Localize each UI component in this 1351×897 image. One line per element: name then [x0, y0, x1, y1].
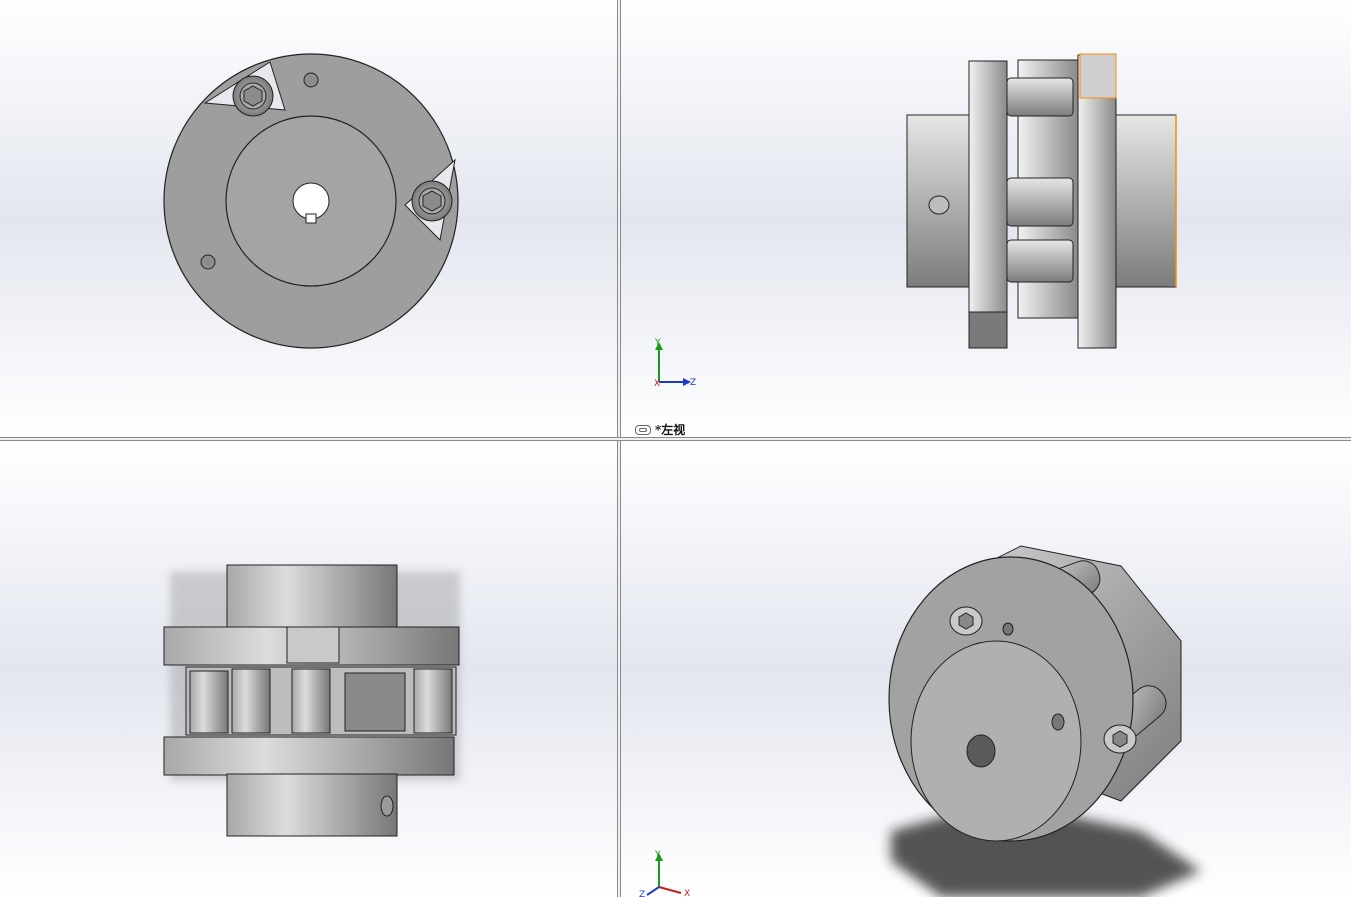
flange-bottom	[163, 736, 455, 776]
hub-top	[226, 564, 398, 629]
flange-left-shadow	[968, 311, 1008, 349]
flange-left	[968, 60, 1008, 349]
axis-y-label: Y	[654, 338, 661, 348]
hub-screw-iso	[1051, 713, 1065, 731]
link-view-icon[interactable]	[635, 424, 651, 435]
bolt-iso-right	[1103, 724, 1137, 754]
hub-screw	[380, 795, 394, 817]
viewport-left[interactable]: Y X Z *左视	[621, 0, 1351, 437]
viewport-isometric[interactable]: Y X Z	[621, 441, 1351, 897]
hub-right	[1115, 114, 1177, 288]
view-name-text: *左视	[655, 423, 686, 437]
left-view-model[interactable]: Y X Z	[621, 0, 1351, 437]
top-view-model[interactable]	[0, 441, 617, 897]
bolt-right	[411, 180, 453, 222]
front-bore	[966, 734, 996, 768]
set-screw	[928, 195, 950, 215]
pin-bottom	[1006, 239, 1074, 283]
axis-triad-iso: Y X Z	[639, 850, 690, 897]
bolt-top-left	[232, 75, 274, 117]
view-name-label: *左视	[635, 421, 685, 437]
link-cyl-2	[231, 668, 271, 734]
flange-top-slot	[286, 626, 340, 664]
bolt-iso-top	[949, 606, 983, 636]
axis-triad: Y X Z	[654, 338, 696, 389]
axis-x-label: X	[654, 379, 660, 389]
front-view-model[interactable]	[0, 0, 617, 437]
axis-y-label-iso: Y	[654, 850, 661, 860]
pin-mid	[1006, 177, 1074, 227]
pin-top	[1006, 77, 1074, 117]
flange-right	[1077, 54, 1117, 349]
screw-hole-top	[303, 72, 319, 88]
viewport-splitter-horizontal[interactable]	[0, 437, 1351, 441]
viewport-top[interactable]	[0, 441, 617, 897]
axis-z-label: Z	[690, 378, 696, 388]
screw-iso	[1002, 622, 1014, 636]
isometric-model[interactable]: Y X Z	[621, 441, 1351, 897]
viewport-splitter-vertical[interactable]	[617, 0, 621, 897]
hub-bottom	[226, 773, 398, 837]
link-cyl-1	[189, 670, 229, 734]
screw-hole-left	[200, 254, 216, 270]
link-cyl-3	[291, 668, 331, 734]
axis-x-label-iso: X	[684, 889, 690, 897]
axis-z-label-iso: Z	[639, 890, 645, 897]
keyway	[305, 213, 317, 224]
front-hub	[910, 640, 1082, 842]
bolt-head-highlight	[1079, 53, 1117, 99]
viewport-front[interactable]	[0, 0, 617, 437]
link-block-dark	[344, 672, 406, 732]
link-cyl-4	[413, 668, 453, 734]
